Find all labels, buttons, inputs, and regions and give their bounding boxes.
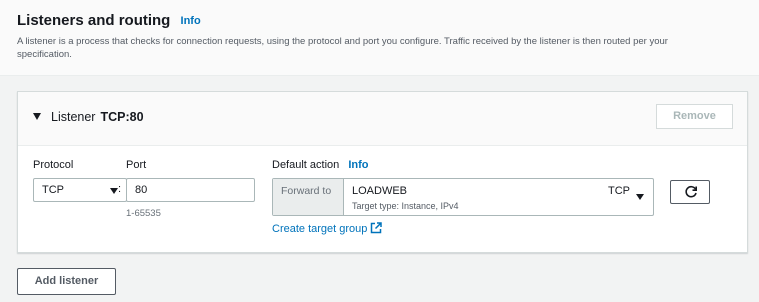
section-title: Listeners and routing Info: [17, 12, 201, 29]
refresh-icon: [685, 185, 697, 198]
section-info-link[interactable]: Info: [181, 15, 201, 27]
forward-to-label: Forward to: [273, 179, 344, 215]
listener-card-header[interactable]: Listener TCP:80 Remove: [18, 92, 747, 146]
protocol-select[interactable]: TCP: [33, 178, 127, 202]
target-group-type: Target type: Instance, IPv4: [352, 201, 459, 211]
protocol-label: Protocol: [33, 159, 74, 171]
protocol-value: TCP: [42, 184, 64, 196]
remove-button[interactable]: Remove: [656, 104, 733, 129]
target-group-select[interactable]: Forward to LOADWEB Target type: Instance…: [272, 178, 654, 216]
port-range-hint: 1-65535: [126, 208, 161, 219]
section-description: A listener is a process that checks for …: [17, 36, 668, 60]
listener-label: Listener: [51, 110, 96, 124]
caret-down-icon[interactable]: [33, 113, 41, 120]
listener-name: TCP:80: [100, 110, 144, 124]
port-separator: :: [118, 183, 122, 195]
target-group-name: LOADWEB: [352, 185, 408, 197]
create-target-group-link[interactable]: Create target group: [272, 222, 383, 235]
port-input[interactable]: [126, 178, 255, 202]
port-label: Port: [126, 159, 147, 171]
default-action-label: Default action Info: [272, 159, 369, 171]
external-link-icon: [371, 222, 383, 234]
default-action-label-text: Default action: [272, 159, 340, 171]
listener-title: Listener TCP:80: [51, 110, 144, 124]
default-action-info-link[interactable]: Info: [348, 159, 368, 171]
listener-card: Listener TCP:80 Remove Protocol TCP : Por…: [17, 91, 748, 253]
refresh-button[interactable]: [670, 180, 710, 204]
create-target-group-text: Create target group: [272, 223, 368, 235]
add-listener-button[interactable]: Add listener: [17, 268, 116, 295]
section-header: Listeners and routing Info A listener is…: [0, 0, 759, 76]
triangle-down-icon: [110, 188, 118, 194]
listeners-panel: Listeners and routing Info A listener is…: [0, 0, 759, 302]
section-title-text: Listeners and routing: [17, 12, 171, 29]
triangle-down-icon: [636, 194, 644, 200]
target-group-protocol: TCP: [608, 185, 630, 197]
